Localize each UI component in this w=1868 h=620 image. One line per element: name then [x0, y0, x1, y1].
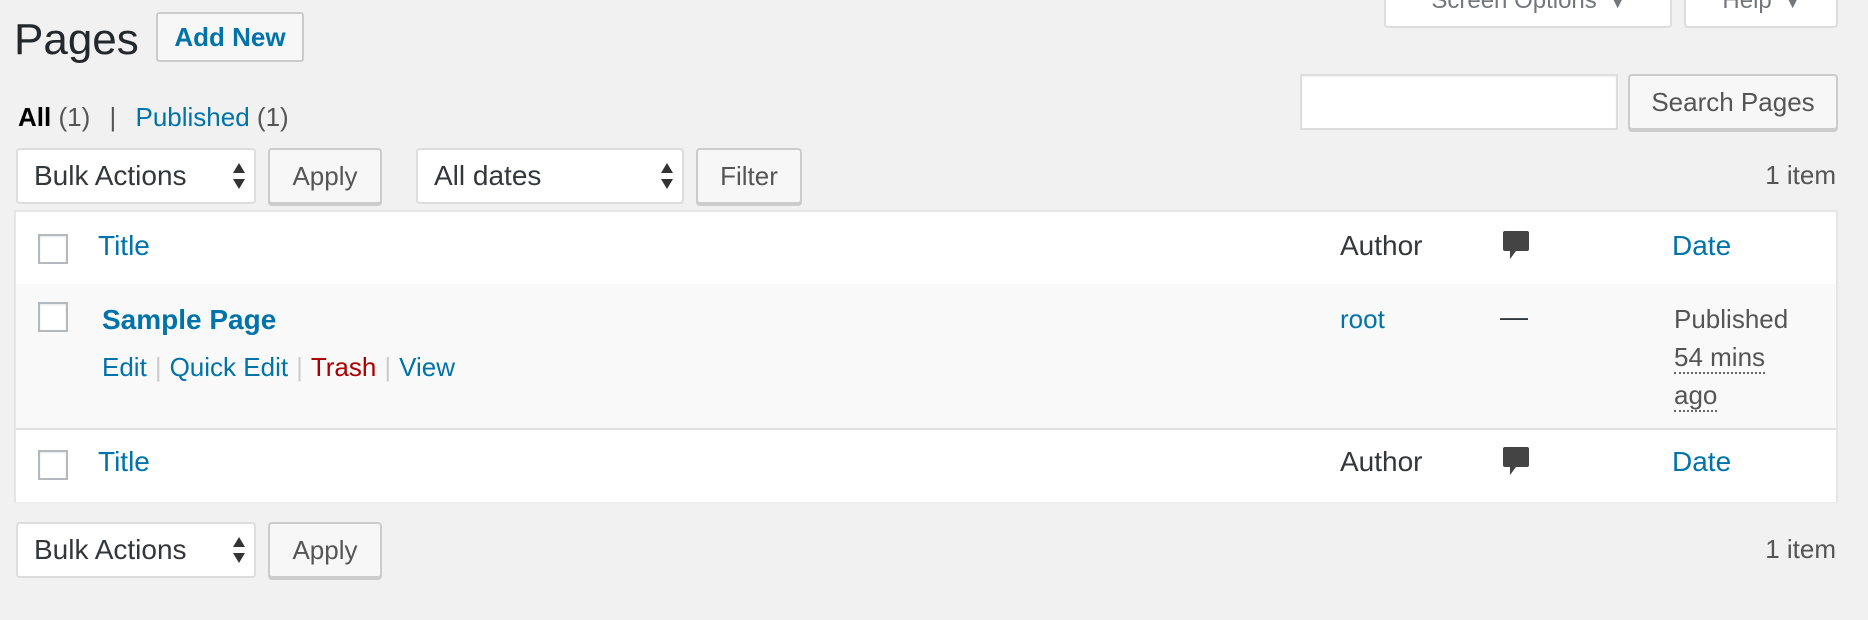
apply-button[interactable]: Apply — [268, 148, 382, 204]
help-label: Help — [1722, 0, 1772, 14]
help-button[interactable]: Help ▼ — [1684, 0, 1838, 28]
author-link[interactable]: root — [1340, 302, 1385, 336]
screen-options-label: Screen Options — [1431, 0, 1597, 14]
date-relative: 54 mins ago — [1674, 342, 1766, 412]
search-pages-button[interactable]: Search Pages — [1628, 74, 1838, 130]
quick-edit-link[interactable]: Quick Edit — [170, 352, 289, 382]
column-title-sort-footer[interactable]: Title — [98, 444, 150, 480]
column-title-sort[interactable]: Title — [98, 228, 150, 264]
select-all-checkbox-footer[interactable] — [38, 450, 68, 480]
select-arrows-icon — [232, 163, 246, 189]
filter-button[interactable]: Filter — [696, 148, 802, 204]
action-separator: | — [154, 352, 162, 382]
view-link[interactable]: View — [399, 352, 455, 382]
item-count-bottom: 1 item — [1765, 534, 1836, 564]
view-published-link[interactable]: Published — [135, 102, 249, 132]
caret-down-icon: ▼ — [1610, 0, 1625, 11]
column-date-sort[interactable]: Date — [1672, 228, 1731, 264]
column-author-footer: Author — [1340, 446, 1423, 477]
action-separator: | — [384, 352, 392, 382]
view-all-count: (1) — [58, 102, 91, 132]
table-footer-row: Title Author Date — [16, 430, 1836, 502]
bulk-actions-select[interactable]: Bulk Actions — [16, 148, 256, 204]
date-status: Published — [1674, 304, 1789, 334]
action-separator: | — [296, 352, 303, 382]
bulk-actions-select-bottom[interactable]: Bulk Actions — [16, 522, 256, 578]
dates-filter-value: All dates — [434, 160, 542, 191]
view-separator: | — [109, 102, 117, 132]
page-title-link[interactable]: Sample Page — [102, 302, 276, 338]
table-header-row: Title Author Date — [16, 212, 1836, 286]
apply-button-bottom[interactable]: Apply — [268, 522, 382, 578]
comment-bubble-icon[interactable] — [1502, 230, 1530, 262]
trash-link[interactable]: Trash — [311, 352, 377, 382]
caret-down-icon: ▼ — [1785, 0, 1800, 11]
item-count: 1 item — [1765, 160, 1836, 190]
page-title: Pages — [14, 15, 139, 64]
select-arrows-icon — [232, 537, 246, 563]
comment-bubble-icon[interactable] — [1502, 446, 1530, 478]
edit-link[interactable]: Edit — [102, 352, 147, 382]
pages-table: Title Author Date Sample Page Edit | Quick… — [14, 210, 1838, 502]
bulk-actions-value: Bulk Actions — [34, 160, 187, 191]
comments-count: — — [1500, 301, 1528, 332]
table-row: Sample Page Edit | Quick Edit | Trash | View r… — [16, 284, 1836, 430]
column-author: Author — [1340, 230, 1423, 261]
screen-options-button[interactable]: Screen Options ▼ — [1384, 0, 1672, 28]
row-checkbox[interactable] — [38, 302, 68, 332]
search-input[interactable] — [1300, 74, 1618, 130]
bulk-actions-value: Bulk Actions — [34, 534, 187, 565]
select-arrows-icon — [660, 163, 674, 189]
date-cell: Published 54 mins ago — [1674, 300, 1794, 414]
view-published-count: (1) — [256, 102, 289, 132]
row-actions: Edit | Quick Edit | Trash | View — [102, 350, 455, 384]
dates-filter-select[interactable]: All dates — [416, 148, 684, 204]
view-all-link[interactable]: All — [18, 102, 51, 132]
add-new-button[interactable]: Add New — [156, 12, 304, 62]
column-date-sort-footer[interactable]: Date — [1672, 444, 1731, 480]
select-all-checkbox[interactable] — [38, 234, 68, 264]
view-filters: All (1) | Published (1) — [18, 100, 289, 134]
